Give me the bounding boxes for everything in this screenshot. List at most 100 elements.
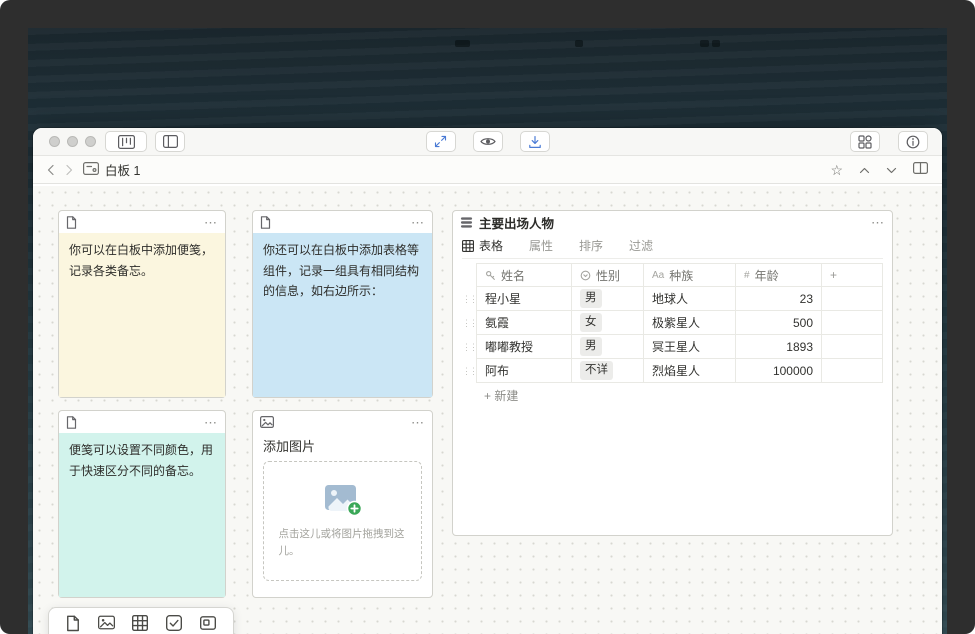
info-button[interactable] xyxy=(898,131,928,152)
column-header-race[interactable]: Aa 种族 xyxy=(644,263,736,287)
cell-gender[interactable]: 男 xyxy=(572,335,644,359)
sticky-note-card[interactable]: ⋯ 你还可以在白板中添加表格等组件，记录一组具有相同结构的信息，如右边所示： xyxy=(252,210,433,398)
row-drag-handle[interactable]: ⋮⋮ xyxy=(462,359,476,383)
tab-properties[interactable]: 属性 xyxy=(529,237,553,254)
eye-icon xyxy=(480,136,496,147)
cell-race[interactable]: 冥王星人 xyxy=(644,335,736,359)
whiteboard-canvas[interactable]: ⋯ 你可以在白板中添加便笺，记录各类备忘。 ⋯ 你还可以在白板中添加表格等组件，… xyxy=(33,186,942,634)
tab-label: 表格 xyxy=(479,237,503,254)
note-text[interactable]: 便笺可以设置不同颜色，用于快速区分不同的备忘。 xyxy=(59,433,225,597)
tab-sort[interactable]: 排序 xyxy=(579,237,603,254)
cell-name[interactable]: 阿布 xyxy=(476,359,572,383)
cell-age[interactable]: 23 xyxy=(736,287,822,311)
card-menu-button[interactable]: ⋯ xyxy=(411,216,425,229)
table-card[interactable]: 主要出场人物 ⋯ 表格 属性 排序 xyxy=(452,210,893,536)
note-text[interactable]: 你还可以在白板中添加表格等组件，记录一组具有相同结构的信息，如右边所示： xyxy=(253,233,432,397)
favorite-star-button[interactable]: ☆ xyxy=(830,163,843,177)
cell-empty[interactable] xyxy=(822,311,883,335)
note-text[interactable]: 你可以在白板中添加便笺，记录各类备忘。 xyxy=(59,233,225,397)
cell-age[interactable]: 1893 xyxy=(736,335,822,359)
number-type-icon: # xyxy=(744,270,750,281)
menubar-item xyxy=(455,40,470,47)
insert-todo-button[interactable] xyxy=(166,615,182,631)
add-column-button[interactable]: + xyxy=(822,263,883,287)
chevron-left-icon xyxy=(47,164,55,176)
insert-image-button[interactable] xyxy=(98,615,115,630)
export-button[interactable] xyxy=(520,131,550,152)
cell-empty[interactable] xyxy=(822,359,883,383)
insert-frame-button[interactable] xyxy=(200,615,216,631)
column-header-name[interactable]: 姓名 xyxy=(476,263,572,287)
card-menu-button[interactable]: ⋯ xyxy=(871,216,885,229)
note-icon xyxy=(66,615,80,632)
kanban-icon xyxy=(118,135,135,149)
minimize-window-button[interactable] xyxy=(67,136,78,147)
tab-table[interactable]: 表格 xyxy=(462,237,503,254)
cell-race[interactable]: 烈焰星人 xyxy=(644,359,736,383)
cell-age[interactable]: 100000 xyxy=(736,359,822,383)
image-card[interactable]: ⋯ 添加图片 点击这儿或将图片拖拽到这儿。 xyxy=(252,410,433,598)
back-button[interactable] xyxy=(47,164,55,176)
column-header-age[interactable]: # 年龄 xyxy=(736,263,822,287)
cell-name[interactable]: 嘟嘟教授 xyxy=(476,335,572,359)
preview-button[interactable] xyxy=(473,131,503,152)
cell-empty[interactable] xyxy=(822,335,883,359)
split-view-button[interactable] xyxy=(913,162,928,177)
card-menu-button[interactable]: ⋯ xyxy=(204,416,218,429)
column-header-gender[interactable]: 性别 xyxy=(572,263,644,287)
cell-gender[interactable]: 不详 xyxy=(572,359,644,383)
sticky-note-card[interactable]: ⋯ 你可以在白板中添加便笺，记录各类备忘。 xyxy=(58,210,226,398)
menubar-item xyxy=(575,40,583,47)
cell-gender[interactable]: 男 xyxy=(572,287,644,311)
header-gutter xyxy=(462,263,476,287)
cell-race[interactable]: 地球人 xyxy=(644,287,736,311)
page-title: 白板 1 xyxy=(105,160,140,179)
tab-filter[interactable]: 过滤 xyxy=(629,237,653,254)
add-row-button[interactable]: + 新建 xyxy=(462,383,883,407)
image-placeholder-icon xyxy=(323,483,363,517)
toolbar-left-group xyxy=(105,131,185,152)
row-drag-handle[interactable]: ⋮⋮ xyxy=(462,311,476,335)
insert-toolbar xyxy=(48,607,234,634)
expand-down-button[interactable] xyxy=(886,163,897,177)
image-dropzone[interactable]: 点击这儿或将图片拖拽到这儿。 xyxy=(263,461,422,581)
screenshot-root: 白板 1 ☆ xyxy=(0,0,975,634)
column-label: 年龄 xyxy=(755,267,779,284)
row-drag-handle[interactable]: ⋮⋮ xyxy=(462,287,476,311)
cell-name[interactable]: 程小星 xyxy=(476,287,572,311)
row-drag-handle[interactable]: ⋮⋮ xyxy=(462,335,476,359)
widgets-button[interactable] xyxy=(850,131,880,152)
cell-empty[interactable] xyxy=(822,287,883,311)
sticky-note-card[interactable]: ⋯ 便笺可以设置不同颜色，用于快速区分不同的备忘。 xyxy=(58,410,226,598)
image-card-title: 添加图片 xyxy=(253,433,432,461)
forward-button[interactable] xyxy=(65,164,73,176)
insert-table-button[interactable] xyxy=(132,615,148,631)
cell-race[interactable]: 极紫星人 xyxy=(644,311,736,335)
note-icon xyxy=(66,416,77,429)
close-window-button[interactable] xyxy=(49,136,60,147)
gender-badge: 男 xyxy=(580,337,602,355)
card-menu-button[interactable]: ⋯ xyxy=(204,216,218,229)
note-icon xyxy=(66,216,77,229)
kanban-view-button[interactable] xyxy=(105,131,147,152)
gender-badge: 女 xyxy=(580,313,602,331)
toolbar-center-group xyxy=(426,131,550,152)
card-menu-button[interactable]: ⋯ xyxy=(411,416,425,429)
navbar-right-group: ☆ xyxy=(830,162,928,177)
zoom-window-button[interactable] xyxy=(85,136,96,147)
database-icon xyxy=(460,216,473,229)
app-window: 白板 1 ☆ xyxy=(33,128,942,634)
traffic-lights xyxy=(49,136,96,147)
toolbar-right-group xyxy=(850,131,928,152)
grid-icon xyxy=(132,615,148,631)
cell-name[interactable]: 氨霞 xyxy=(476,311,572,335)
sidebar-toggle-button[interactable] xyxy=(155,131,185,152)
cell-age[interactable]: 500 xyxy=(736,311,822,335)
collapse-up-button[interactable] xyxy=(859,163,870,177)
data-table: 姓名 性别 Aa 种族 xyxy=(462,263,883,383)
card-header: 主要出场人物 ⋯ xyxy=(453,211,892,233)
cell-gender[interactable]: 女 xyxy=(572,311,644,335)
insert-note-button[interactable] xyxy=(66,615,80,632)
apps-grid-icon xyxy=(858,135,872,149)
fullscreen-button[interactable] xyxy=(426,131,456,152)
